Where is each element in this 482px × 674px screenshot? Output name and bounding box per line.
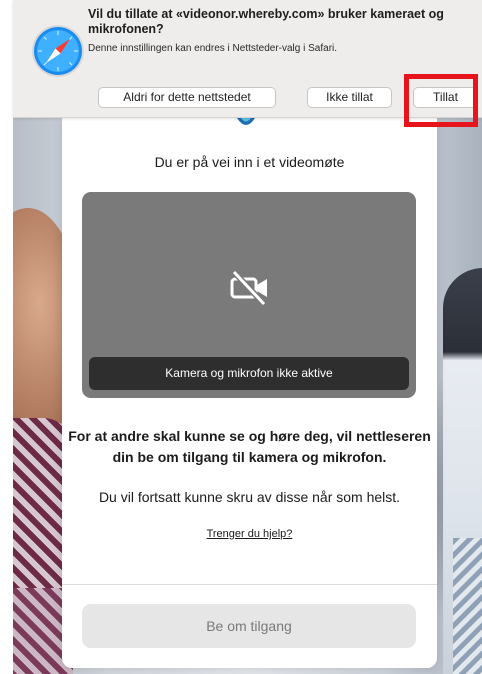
prompt-title: Vil du tillate at «videonor.whereby.com»… bbox=[88, 7, 444, 36]
camera-preview: Kamera og mikrofon ikke aktive bbox=[82, 192, 416, 398]
help-link[interactable]: Trenger du hjelp? bbox=[62, 528, 437, 540]
background-shirt-right bbox=[453, 538, 482, 674]
request-access-button[interactable]: Be om tilgang bbox=[82, 604, 416, 648]
allow-button[interactable]: Tillat bbox=[413, 87, 478, 108]
card-title: Du er på vei inn i et videomøte bbox=[154, 154, 345, 170]
deny-button[interactable]: Ikke tillat bbox=[307, 87, 392, 108]
prompt-subtitle: Denne innstillingen kan endres i Nettste… bbox=[88, 43, 338, 54]
whereby-logo-icon bbox=[237, 118, 255, 125]
join-meeting-card: Du er på vei inn i et videomøte Kamera o… bbox=[62, 118, 437, 668]
permission-prompt: Vil du tillate at «videonor.whereby.com»… bbox=[13, 0, 482, 118]
preview-status-banner: Kamera og mikrofon ikke aktive bbox=[89, 357, 409, 390]
permission-note: Du vil fortsatt kunne skru av disse når … bbox=[98, 489, 401, 505]
camera-off-icon bbox=[230, 269, 267, 307]
never-allow-button[interactable]: Aldri for dette nettstedet bbox=[98, 87, 276, 108]
permission-explanation: For at andre skal kunne se og høre deg, … bbox=[68, 428, 431, 465]
card-divider bbox=[62, 584, 437, 585]
safari-compass-icon bbox=[32, 25, 84, 77]
